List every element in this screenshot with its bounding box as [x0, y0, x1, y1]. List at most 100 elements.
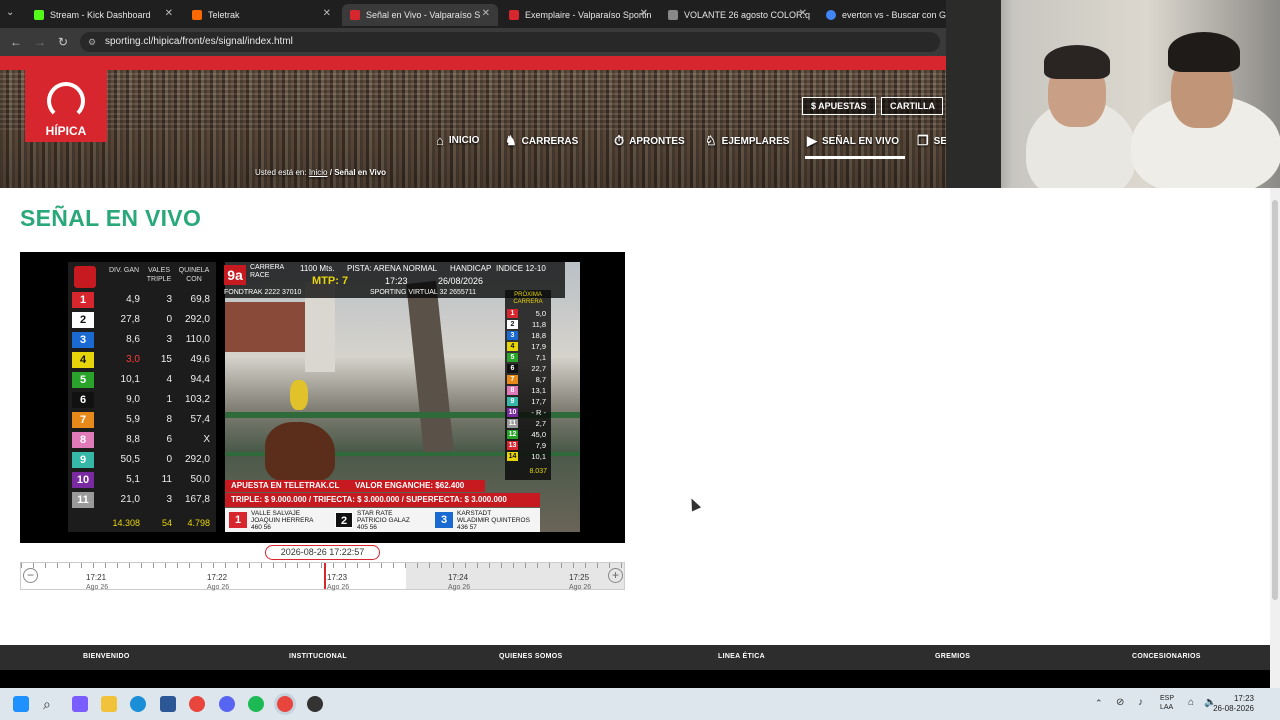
- discord-icon[interactable]: [219, 696, 235, 712]
- menu-aprontes[interactable]: ⏱ APRONTES: [614, 133, 685, 149]
- tab-google-search[interactable]: everton vs - Buscar con Goog: [818, 4, 946, 26]
- scrollbar-thumb[interactable]: [1272, 200, 1278, 600]
- input-language[interactable]: ESP LAA: [1160, 694, 1174, 712]
- tab-kick[interactable]: Stream - Kick Dashboard ✕: [26, 4, 181, 26]
- timeline-playhead[interactable]: [324, 563, 326, 589]
- apuesta-label: APUESTA EN TELETRAK.CL: [225, 480, 355, 492]
- horse-number-badge: 5: [72, 372, 94, 388]
- footer-link-gremios[interactable]: GREMIOS: [935, 653, 970, 660]
- tab-teletrak[interactable]: Teletrak ✕: [184, 4, 339, 26]
- vales-value: 15: [160, 354, 172, 365]
- proxima-row: 2 11,8: [507, 319, 549, 330]
- footer-link-quienes-somos[interactable]: QUIENES SOMOS: [499, 653, 562, 660]
- site-info-icon[interactable]: ⚙: [88, 32, 96, 52]
- odds-row: 8 8,8 6 X: [68, 430, 216, 450]
- horse-number-badge: 8: [72, 432, 94, 448]
- menu-ejemplares[interactable]: ♘ EJEMPLARES: [705, 133, 789, 149]
- spotify-icon[interactable]: [248, 696, 264, 712]
- forward-icon[interactable]: →: [34, 35, 46, 49]
- tab-exemplaire[interactable]: Exemplaire - Valparaíso Sportin ✕: [501, 4, 656, 26]
- menu-senal-en-vivo[interactable]: ▶ SEÑAL EN VIVO: [807, 133, 899, 149]
- url-input[interactable]: ⚙ sporting.cl/hipica/front/es/signal/ind…: [80, 32, 940, 52]
- proxima-value: 2,7: [535, 419, 546, 428]
- edge-icon[interactable]: [130, 696, 146, 712]
- leader-2-number: 2: [335, 512, 353, 528]
- live-video-player[interactable]: DIV. GAN VALES TRIPLE QUINELA CON 1 4,9 3 6…: [20, 252, 625, 543]
- race-mtp: MTP: 7: [312, 275, 349, 287]
- footer-link-institucional[interactable]: INSTITUCIONAL: [289, 653, 347, 660]
- horse-number-badge: 3: [507, 331, 518, 340]
- chrome-icon[interactable]: [189, 696, 205, 712]
- proxima-row: 8 13,1: [507, 385, 549, 396]
- timeline-current-time: 2026-08-26 17:22:57: [265, 545, 380, 560]
- proxima-value: 22,7: [531, 364, 546, 373]
- vales-value: 4: [166, 374, 172, 385]
- tray-chevron-icon[interactable]: ⌃: [1095, 698, 1103, 709]
- tree-trunk: [406, 280, 454, 454]
- close-tab-icon[interactable]: ✕: [323, 8, 331, 19]
- footer-link-concesionarios[interactable]: CONCESIONARIOS: [1132, 653, 1201, 660]
- quinela-header: QUINELA CON: [178, 267, 210, 283]
- close-tab-icon[interactable]: ✕: [640, 8, 648, 19]
- race-handicap: HANDICAP: [450, 264, 492, 273]
- proxima-row: 6 22,7: [507, 363, 549, 374]
- menu-carreras[interactable]: ♞ CARRERAS: [505, 133, 578, 149]
- store-icon[interactable]: [160, 696, 176, 712]
- footer-link-bienvenido[interactable]: BIENVENIDO: [83, 653, 130, 660]
- vales-value: 0: [166, 314, 172, 325]
- kick-icon: [34, 10, 44, 20]
- apuestas-button[interactable]: $ APUESTAS: [802, 97, 876, 115]
- breadcrumb-inicio-link[interactable]: Inicio: [309, 168, 328, 177]
- horse-number-badge: 6: [507, 364, 518, 373]
- proxima-value: - R -: [531, 408, 546, 417]
- chrome-active-icon[interactable]: [277, 696, 293, 712]
- proxima-row: 10 - R -: [507, 407, 549, 418]
- proxima-value: 17,9: [531, 342, 546, 351]
- timeline-tick: 17:22 Ago 26: [207, 573, 230, 591]
- menu-inicio[interactable]: ⌂ INICIO: [436, 133, 479, 148]
- file-explorer-icon[interactable]: [101, 696, 117, 712]
- hipica-logo[interactable]: HÍPICA: [25, 70, 107, 142]
- cartilla-button[interactable]: CARTILLA: [881, 97, 943, 115]
- person-left-hair: [1044, 45, 1110, 79]
- reload-icon[interactable]: ↻: [58, 35, 68, 49]
- horse-number-badge: 10: [507, 408, 518, 417]
- footer-link-linea-etica[interactable]: LINEA ÉTICA: [718, 653, 765, 660]
- search-icon[interactable]: ⌕: [43, 696, 59, 712]
- obs-icon[interactable]: [307, 696, 323, 712]
- close-tab-icon[interactable]: ✕: [482, 8, 490, 19]
- quinela-value: X: [203, 434, 210, 445]
- person-right-hair: [1168, 32, 1240, 72]
- tab-volante[interactable]: VOLANTE 26 agosto COLOR.q ✕: [660, 4, 815, 26]
- browser-tab-bar: ⌄ Stream - Kick Dashboard ✕ Teletrak ✕ S…: [0, 0, 946, 28]
- zoom-out-button[interactable]: −: [23, 568, 38, 583]
- tab-list-icon[interactable]: ⌄: [6, 7, 14, 18]
- close-tab-icon[interactable]: ✕: [165, 8, 173, 19]
- horse-number-badge: 11: [507, 419, 518, 428]
- zoom-in-button[interactable]: +: [608, 568, 623, 583]
- copilot-icon[interactable]: [72, 696, 88, 712]
- tray-app-icon[interactable]: ⊘: [1116, 697, 1124, 708]
- tab-senal-en-vivo[interactable]: Señal en Vivo - Valparaíso S ✕: [342, 4, 498, 26]
- menu-more[interactable]: ❐ SE: [917, 133, 946, 149]
- horse-number-badge: 1: [507, 309, 518, 318]
- sporting-icon: [509, 10, 519, 20]
- network-icon[interactable]: ⌂: [1188, 697, 1194, 708]
- page-title: SEÑAL EN VIVO: [20, 205, 202, 231]
- horse-number-badge: 9: [72, 452, 94, 468]
- race-label: CARRERA RACE: [250, 264, 284, 279]
- proxima-value: 18,8: [531, 331, 546, 340]
- video-timeline[interactable]: − + 17:21 Ago 26 17:22 Ago 26 17:23 Ago 26 …: [20, 562, 626, 591]
- vales-value: 0: [166, 454, 172, 465]
- close-tab-icon[interactable]: ✕: [799, 8, 807, 19]
- stopwatch-icon: ⏱: [614, 133, 625, 148]
- quinela-value: 292,0: [184, 454, 210, 465]
- windows-start-icon[interactable]: [13, 696, 29, 712]
- back-icon[interactable]: ←: [10, 35, 22, 49]
- div-gan-value: 5,1: [126, 474, 140, 485]
- leader-3-number: 3: [435, 512, 453, 528]
- timeline-tick: 17:25 Ago 26: [569, 573, 592, 591]
- breadcrumb: Usted está en: Inicio / Señal en Vivo: [255, 168, 387, 177]
- taskbar-clock[interactable]: 17:23 26-08-2026: [1213, 694, 1254, 714]
- microphone-icon[interactable]: ♪: [1138, 697, 1143, 708]
